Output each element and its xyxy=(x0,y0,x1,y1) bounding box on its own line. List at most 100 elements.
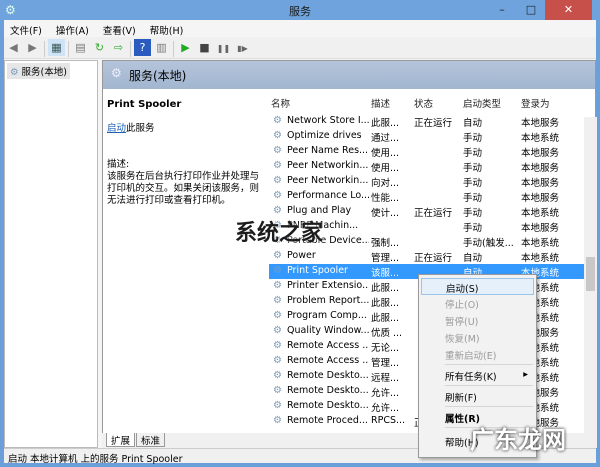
cell-c0: Remote Deskto... xyxy=(287,400,369,411)
context-menu-item[interactable]: 启动(S) xyxy=(421,278,534,295)
close-button[interactable]: ✕ xyxy=(545,0,592,20)
context-menu-item[interactable]: 重新启动(E) xyxy=(421,346,534,363)
restart-icon[interactable]: ▮▶ xyxy=(234,40,251,57)
submenu-arrow-icon: ▸ xyxy=(523,369,528,380)
table-row[interactable]: ⚙ Optimize drives 通过... 手动 本地系统 xyxy=(269,129,587,144)
gear-icon: ⚙ xyxy=(273,310,282,321)
menu-item-label: 暂停(U) xyxy=(445,317,479,328)
gear-icon: ⚙ xyxy=(273,175,282,186)
cell-c1: 允许... xyxy=(371,403,400,414)
gear-icon: ⚙ xyxy=(273,400,282,411)
context-menu-item[interactable]: 所有任务(K) ▸ xyxy=(421,367,534,384)
cell-c0: Performance Lo... xyxy=(287,190,369,201)
gear-icon: ⚙ xyxy=(273,280,282,291)
table-row[interactable]: ⚙ Power 管理... 正在运行 自动 本地系统 xyxy=(269,249,587,264)
table-row[interactable]: ⚙ Peer Name Res... 使用... 手动 本地服务 xyxy=(269,144,587,159)
menu-help[interactable]: 帮助(H) xyxy=(144,20,184,37)
start-icon[interactable]: ▶ xyxy=(177,39,194,56)
maximize-button[interactable]: □ xyxy=(516,0,546,20)
cell-c3: 手动 xyxy=(463,193,483,204)
menu-bar: 文件(F) 操作(A) 查看(V) 帮助(H) xyxy=(4,20,596,37)
divider xyxy=(173,40,174,57)
gear-icon: ⚙ xyxy=(273,295,282,306)
gear-icon: ⚙ xyxy=(273,160,282,171)
cell-c1: 此服... xyxy=(371,313,400,324)
minimize-button[interactable]: – xyxy=(487,0,517,20)
context-menu-item[interactable]: 刷新(F) xyxy=(421,388,534,405)
forward-icon[interactable]: ▶ xyxy=(24,39,41,56)
gear-icon: ⚙ xyxy=(273,340,282,351)
refresh-icon[interactable]: ↻ xyxy=(91,39,108,56)
column-description[interactable]: 描述 xyxy=(371,96,411,110)
cell-c1: 使用... xyxy=(371,163,400,174)
pause-icon[interactable]: ❚❚ xyxy=(215,40,232,57)
cell-c0: Program Comp... xyxy=(287,310,367,321)
cell-c3: 手动 xyxy=(463,133,483,144)
tab-standard[interactable]: 标准 xyxy=(136,433,166,447)
gear-icon: ⚙ xyxy=(273,415,282,426)
cell-c0: Peer Networkin... xyxy=(287,160,369,171)
cell-c0: Peer Name Res... xyxy=(287,145,369,156)
context-menu-item[interactable]: 暂停(U) xyxy=(421,312,534,329)
watermark-logo: 系统之家 xyxy=(235,221,324,246)
vertical-scrollbar[interactable] xyxy=(584,117,597,448)
menu-file[interactable]: 文件(F) xyxy=(4,20,42,37)
cell-c4: 本地服务 xyxy=(521,223,560,234)
context-menu-item[interactable]: 停止(O) xyxy=(421,295,534,312)
cell-c0: Remote Deskto... xyxy=(287,370,369,381)
divider xyxy=(130,40,131,57)
cell-c1: 管理... xyxy=(371,358,400,369)
context-menu-item[interactable]: 恢复(M) xyxy=(421,329,534,346)
scrollbar-thumb[interactable] xyxy=(586,257,595,291)
list-header: 名称 描述 状态 启动类型 登录为 xyxy=(269,95,587,110)
menu-item-label: 恢复(M) xyxy=(445,334,480,345)
menu-action[interactable]: 操作(A) xyxy=(50,20,89,37)
tree-node-services-local[interactable]: ⚙ 服务(本地) xyxy=(7,63,70,79)
pane-title: 服务(本地) xyxy=(129,69,187,83)
tab-extended[interactable]: 扩展 xyxy=(106,433,136,447)
column-status[interactable]: 状态 xyxy=(414,96,459,110)
menu-item-label: 所有任务(K) xyxy=(445,372,497,383)
table-row[interactable]: ⚙ Network Store I... 此服... 正在运行 自动 本地服务 xyxy=(269,114,587,129)
cell-c1: 使用... xyxy=(371,148,400,159)
table-row[interactable]: ⚙ Peer Networkin... 向对... 手动 本地服务 xyxy=(269,174,587,189)
cell-c1: 通过... xyxy=(371,133,400,144)
column-startup-type[interactable]: 启动类型 xyxy=(463,96,519,110)
start-service-link[interactable]: 启动 xyxy=(107,123,126,134)
action-pane-icon[interactable]: ▥ xyxy=(153,39,170,56)
cell-c1: 优质 ... xyxy=(371,328,403,339)
cell-c1: 性能... xyxy=(371,193,400,204)
properties-icon[interactable]: ▤ xyxy=(72,39,89,56)
cell-c1: RPCS... xyxy=(371,415,406,426)
cell-c1: 允许... xyxy=(371,388,400,399)
pane-header: ⚙ 服务(本地) xyxy=(103,61,595,89)
menu-separator xyxy=(445,406,533,407)
toolbar: ◀ ▶ ▦ ▤ ↻ ⇨? ▥ ▶ ■ ❚❚ ▮▶ xyxy=(4,37,596,59)
menu-view[interactable]: 查看(V) xyxy=(97,20,136,37)
column-log-on-as[interactable]: 登录为 xyxy=(521,96,581,110)
gear-icon: ⚙ xyxy=(273,250,282,261)
back-icon[interactable]: ◀ xyxy=(5,39,22,56)
gear-icon: ⚙ xyxy=(273,130,282,141)
table-row[interactable]: ⚙ Peer Networkin... 使用... 手动 本地服务 xyxy=(269,159,587,174)
description-label: 描述: xyxy=(107,159,130,170)
cell-c0: Optimize drives xyxy=(287,130,362,141)
cell-c4: 本地服务 xyxy=(521,163,560,174)
cell-c0: Network Store I... xyxy=(287,115,369,126)
help-icon[interactable]: ? xyxy=(134,39,151,56)
tree-node-label: 服务(本地) xyxy=(21,67,67,78)
export-icon[interactable]: ⇨ xyxy=(110,39,127,56)
gear-icon: ⚙ xyxy=(111,66,122,80)
cell-c1: 此服... xyxy=(371,298,400,309)
gear-icon: ⚙ xyxy=(273,265,282,276)
cell-c2: 正在运行 xyxy=(414,253,453,264)
stop-icon[interactable]: ■ xyxy=(196,39,213,56)
menu-item-label: 启动(S) xyxy=(446,284,479,295)
column-name[interactable]: 名称 xyxy=(271,96,353,110)
cell-c1: 该服... xyxy=(371,268,400,279)
cell-c1: 此服... xyxy=(371,283,400,294)
gear-icon: ⚙ xyxy=(273,385,282,396)
show-tree-icon[interactable]: ▦ xyxy=(48,39,65,56)
cell-c4: 本地系统 xyxy=(521,133,560,144)
table-row[interactable]: ⚙ Performance Lo... 性能... 手动 本地服务 xyxy=(269,189,587,204)
